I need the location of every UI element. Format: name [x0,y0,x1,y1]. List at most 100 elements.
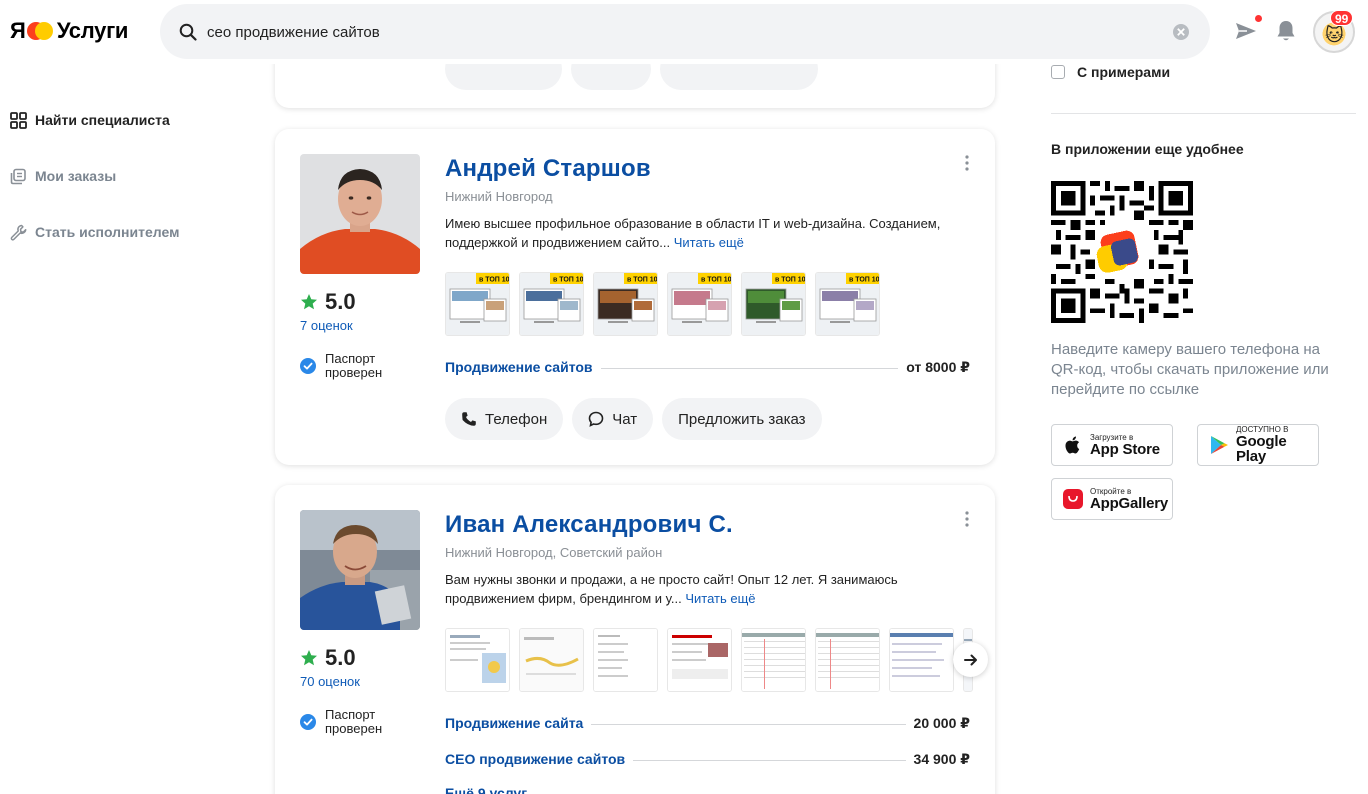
nav-item-become-specialist[interactable]: Стать исполнителем [10,218,240,246]
messages-button[interactable] [1234,15,1262,42]
photo-andrey [300,154,420,274]
portfolio-thumb[interactable] [889,628,954,692]
nav-item-my-orders[interactable]: Мои заказы [10,162,240,190]
header: Я Услуги 🐱 99 [0,0,1368,64]
specialist-description: Имею высшее профильное образование в обл… [445,214,975,252]
service-dotted-line [591,724,906,725]
grid-icon [10,111,27,129]
specialist-city: Нижний Новгород, Советский район [445,545,663,560]
qr-instruction: Наведите камеру вашего телефона на QR-ко… [1051,341,1329,398]
specialist-photo[interactable] [300,510,420,630]
rating: 5.0 [300,289,356,315]
unread-dot [1255,15,1262,22]
chat-icon [588,411,604,427]
notifications-button[interactable] [1275,19,1297,43]
appgallery-button[interactable]: Откройте в AppGallery [1051,478,1173,520]
nav-item-label: Мои заказы [35,168,117,184]
gallery-next-button[interactable] [953,642,988,677]
offer-order-button[interactable]: Предложить заказ [662,398,822,440]
google-play-icon [1211,436,1228,454]
cat-avatar-icon: 🐱 [1325,25,1344,45]
app-promo-title: В приложении еще удобнее [1051,141,1244,157]
apple-icon [1065,436,1080,454]
service-row[interactable]: СЕО продвижение сайтов 34 900 ₽ [445,751,970,768]
offer-order-label: Предложить заказ [678,410,806,428]
portfolio-thumb[interactable] [445,628,510,692]
specialist-description: Вам нужны звонки и продажи, а не просто … [445,570,975,608]
service-row[interactable]: Продвижение сайта 20 000 ₽ [445,715,970,732]
sidebar-nav: Найти специалиста Мои заказы Стать испол… [10,106,240,274]
clear-search-icon[interactable] [1172,23,1190,41]
search-icon[interactable] [179,23,197,41]
rating: 5.0 [300,645,356,671]
divider [1051,113,1356,114]
thumb-label: в ТОП 10 [553,277,584,284]
store-name: Google Play [1236,433,1287,465]
phone-button-label: Телефон [485,410,548,428]
yandex-uslugi-logo[interactable]: Я Услуги [10,16,128,46]
portfolio-thumb[interactable]: в ТОП 10 [667,272,732,336]
specialist-card: 5.0 70 оценок Паспорт проверен Иван Алек… [275,485,995,794]
portfolio-thumb[interactable]: в ТОП 10 [593,272,658,336]
app-store-button[interactable]: Загрузите в App Store [1051,424,1173,466]
service-name[interactable]: Продвижение сайта [445,715,583,731]
service-name[interactable]: СЕО продвижение сайтов [445,751,625,767]
photo-ivan [300,510,420,630]
contact-actions: Телефон Чат Предложить заказ [445,398,831,440]
wrench-icon [10,224,27,241]
phone-button[interactable]: Телефон [445,398,564,440]
passport-text: Паспорт проверен [325,351,383,380]
nav-item-find-specialist[interactable]: Найти специалиста [10,106,240,134]
google-play-button[interactable]: ДОСТУПНО В Google Play [1197,424,1319,466]
star-icon [301,650,317,666]
specialist-photo[interactable] [300,154,420,274]
logo-dots-icon [26,19,53,43]
filter-label: С примерами [1077,64,1171,80]
portfolio-thumb[interactable] [815,628,880,692]
more-options-icon[interactable] [964,155,970,171]
portfolio-thumb[interactable]: в ТОП 10 [445,272,510,336]
service-dotted-line [633,760,906,761]
more-services-link[interactable]: Ещё 9 услуг [445,785,527,794]
portfolio-thumb[interactable]: в ТОП 10 [741,272,806,336]
passport-verified: Паспорт проверен [300,352,405,380]
service-name[interactable]: Продвижение сайтов [445,359,593,375]
search-input[interactable] [207,21,1107,43]
notification-count-badge: 99 [1330,10,1354,26]
passport-verified: Паспорт проверен [300,708,405,736]
verified-check-icon [300,714,316,730]
send-icon [1236,23,1256,39]
service-dotted-line [600,368,899,369]
portfolio-thumb[interactable] [667,628,732,692]
store-name: App Store [1090,440,1160,458]
chat-button-label: Чат [612,410,638,428]
specialist-name[interactable]: Иван Александрович С. [445,511,733,539]
portfolio-thumb[interactable]: в ТОП 10 [815,272,880,336]
rating-value: 5.0 [325,289,356,314]
read-more-link[interactable]: Читать ещё [685,591,755,606]
filter-with-examples[interactable]: С примерами [1051,64,1170,80]
with-examples-checkbox[interactable] [1051,65,1065,79]
portfolio-gallery: в ТОП 10 в ТОП 10 в ТОП 10 в ТОП 10 в ТО… [445,272,889,336]
specialist-name[interactable]: Андрей Старшов [445,155,651,183]
reviews-link[interactable]: 70 оценок [300,674,360,689]
bell-icon [1277,21,1295,41]
portfolio-thumb[interactable] [519,628,584,692]
thumb-label: в ТОП 10 [701,277,732,284]
thumb-label: в ТОП 10 [479,277,510,284]
read-more-link[interactable]: Читать ещё [674,235,744,250]
orders-icon [10,168,26,184]
passport-text: Паспорт проверен [325,707,383,736]
service-price: 34 900 ₽ [913,751,970,767]
logo-ya: Я [10,18,26,43]
more-options-icon[interactable] [964,511,970,527]
portfolio-thumb[interactable] [741,628,806,692]
logo-text: Услуги [56,18,129,43]
nav-item-label: Стать исполнителем [35,224,180,240]
portfolio-thumb[interactable] [593,628,658,692]
reviews-link[interactable]: 7 оценок [300,318,353,333]
qr-code-icon [1051,181,1193,323]
portfolio-thumb[interactable]: в ТОП 10 [519,272,584,336]
service-row[interactable]: Продвижение сайтов от 8000 ₽ [445,359,970,376]
chat-button[interactable]: Чат [572,398,654,440]
